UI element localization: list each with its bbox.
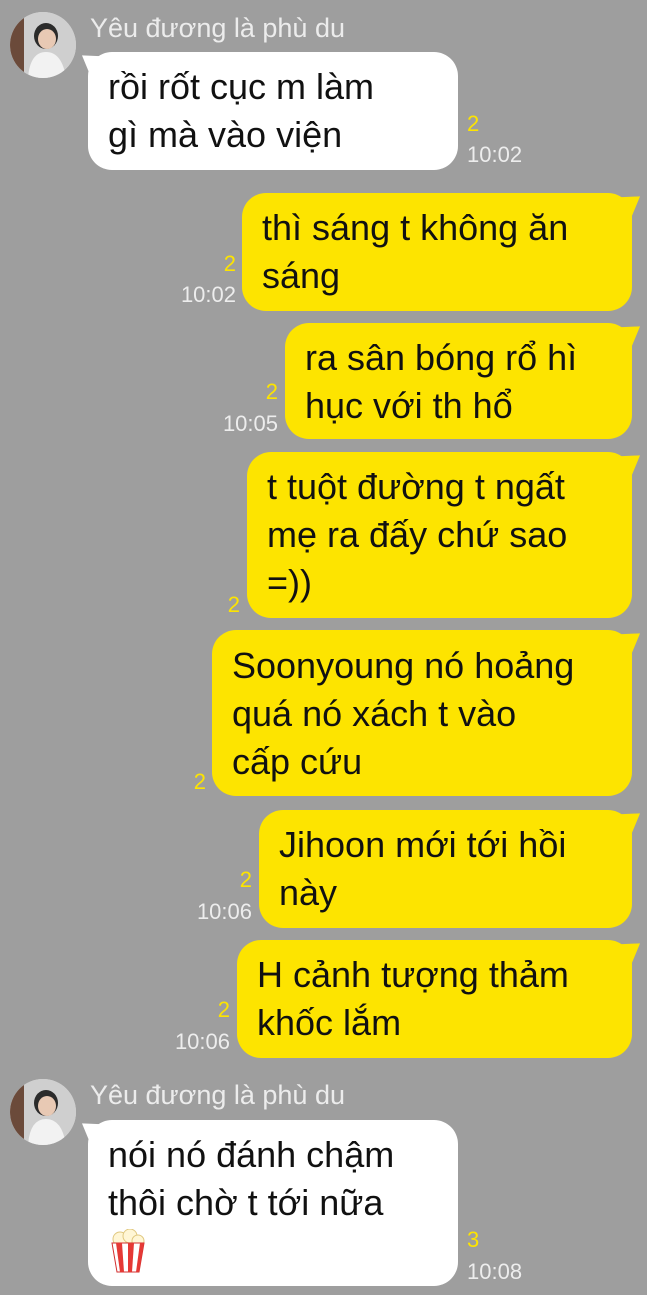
message-bubble-outgoing[interactable]: Jihoon mới tới hồi này — [259, 810, 632, 928]
message-text-line: mẹ ra đấy chứ sao — [267, 514, 568, 555]
message-text-line: gì mà vào viện — [108, 114, 343, 155]
avatar-photo-icon — [10, 12, 76, 78]
message-text-line: quá nó xách t vào — [232, 693, 517, 734]
unread-count: 2 — [467, 111, 480, 136]
unread-count: 2 — [265, 379, 278, 404]
message-text-line: =)) — [267, 562, 312, 603]
unread-count: 2 — [217, 997, 230, 1022]
message-bubble-outgoing[interactable]: H cảnh tượng thảm khốc lắm — [237, 940, 632, 1058]
message-text-line: cấp cứu — [232, 741, 363, 782]
avatar[interactable] — [10, 12, 76, 78]
message-time: 10:02 — [180, 282, 236, 307]
message-text-line: thì sáng t không ăn — [262, 207, 569, 248]
message-bubble-outgoing[interactable]: thì sáng t không ăn sáng — [242, 193, 632, 311]
unread-count: 2 — [239, 867, 252, 892]
popcorn-icon — [108, 1227, 438, 1275]
message-time: 10:06 — [174, 1029, 230, 1054]
message-text-line: Jihoon mới tới hồi — [279, 824, 567, 865]
message-text-line: nói nó đánh chậm — [108, 1134, 395, 1175]
message-time: 10:08 — [467, 1259, 523, 1284]
unread-count: 2 — [193, 769, 206, 794]
message-text-line: thôi chờ t tới nữa — [108, 1182, 384, 1223]
avatar-photo-icon — [10, 1079, 76, 1145]
message-text-line: sáng — [262, 255, 341, 296]
message-text-line: Soonyoung nó hoảng — [232, 645, 575, 686]
avatar[interactable] — [10, 1079, 76, 1145]
message-bubble-outgoing[interactable]: ra sân bóng rổ hì hục với th hổ — [285, 323, 632, 439]
message-text-line: H cảnh tượng thảm — [257, 954, 569, 995]
message-text-line: này — [279, 872, 338, 913]
unread-count: 2 — [227, 592, 240, 617]
message-text-line: t tuột đường t ngất — [267, 466, 565, 507]
message-time: 10:02 — [467, 142, 523, 167]
unread-count: 3 — [467, 1227, 480, 1252]
message-text-line: ra sân bóng rổ hì — [305, 337, 578, 378]
sender-name: Yêu đương là phù du — [90, 13, 345, 43]
message-bubble-incoming[interactable]: nói nó đánh chậm thôi chờ t tới nữa — [88, 1120, 458, 1286]
message-text-line: khốc lắm — [257, 1002, 402, 1043]
message-text-line: rồi rốt cục m làm — [108, 66, 375, 107]
message-bubble-outgoing[interactable]: t tuột đường t ngất mẹ ra đấy chứ sao =)… — [247, 452, 632, 618]
message-time: 10:06 — [196, 899, 252, 924]
unread-count: 2 — [223, 251, 236, 276]
message-bubble-incoming[interactable]: rồi rốt cục m làm gì mà vào viện — [88, 52, 458, 170]
message-time: 10:05 — [222, 411, 278, 436]
message-text-line: hục với th hổ — [305, 385, 513, 426]
sender-name: Yêu đương là phù du — [90, 1080, 345, 1110]
message-bubble-outgoing[interactable]: Soonyoung nó hoảng quá nó xách t vào cấp… — [212, 630, 632, 796]
